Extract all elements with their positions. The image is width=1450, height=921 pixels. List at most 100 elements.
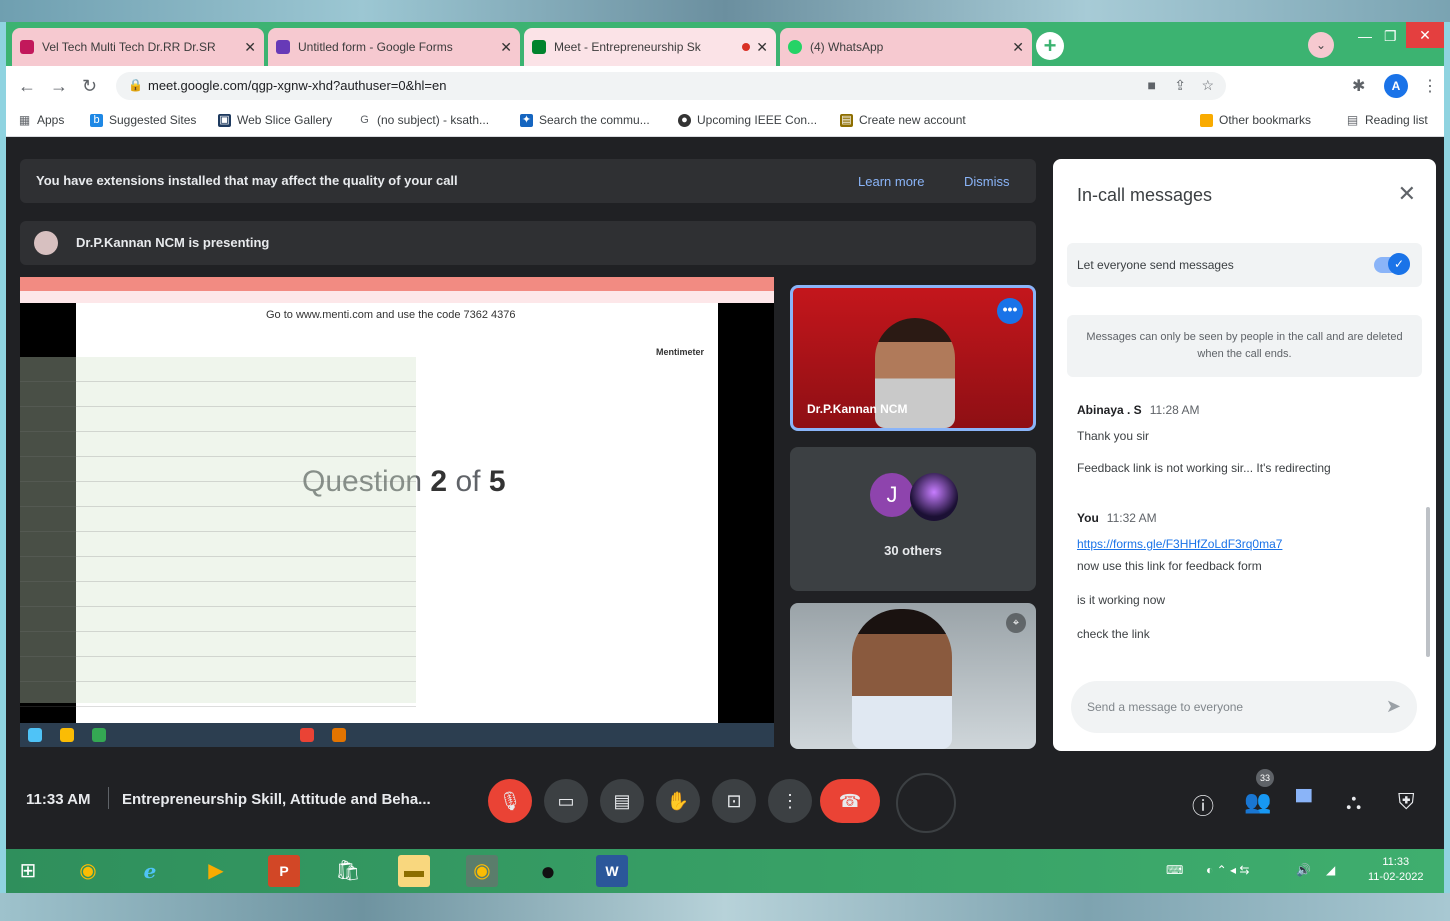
meeting-details-icon[interactable]: ⓘ [1192,789,1214,821]
activities-icon[interactable]: ⛬ [1346,789,1361,815]
people-icon[interactable]: 👥 [1244,789,1271,815]
tab-search-icon[interactable]: ⌄ [1308,32,1334,58]
send-messages-setting: Let everyone send messages ✓ [1067,243,1422,287]
bookmark-no-subject[interactable]: G (no subject) - ksath... [358,113,489,127]
share-icon[interactable]: ⇪ [1174,77,1186,94]
tab-whatsapp[interactable]: (4) WhatsApp ✕ [780,28,1032,66]
end-call-button[interactable]: ☎ [820,779,880,823]
bookmark-star-icon[interactable]: ☆ [1201,77,1214,94]
chat-input-placeholder: Send a message to everyone [1087,700,1244,714]
keyboard-icon[interactable]: ⌨ [1166,863,1183,877]
send-icon[interactable]: ➤ [1386,696,1401,717]
chat-message-group: You 11:32 AM https://forms.gle/F3HHfZoLdF… [1077,511,1282,641]
camera-in-use-icon[interactable]: ■ [1148,77,1156,93]
message-text: Thank you sir [1077,429,1150,443]
chat-panel: In-call messages ✕ Let everyone send mes… [1053,159,1436,751]
presenter-video-tile[interactable]: Dr.P.Kannan NCM ••• [790,285,1036,431]
reload-icon[interactable]: ↻ [82,76,97,97]
photo-frame-top [0,0,1450,22]
maximize-icon[interactable]: ❐ [1384,28,1397,45]
self-video [852,609,952,749]
file-explorer-icon[interactable]: ▬ [398,855,430,887]
extensions-icon[interactable]: ✱ [1352,76,1365,96]
clock-time: 11:33 [1382,856,1410,868]
chat-info-note: Messages can only be seen by people in t… [1067,315,1422,377]
close-icon[interactable]: ✕ [1398,181,1416,207]
more-options-icon[interactable]: ••• [997,298,1023,324]
chat-icon[interactable]: ▀ [1296,789,1312,815]
omnibox[interactable]: 🔒 meet.google.com/qgp-xgnw-xhd?authuser=… [116,72,1226,100]
message-text: is it working now [1077,593,1166,607]
close-window-icon[interactable]: ✕ [1406,22,1444,48]
close-tab-icon[interactable]: ✕ [756,39,768,56]
clock-date: 11-02-2022 [1368,871,1424,883]
toggle-check-icon[interactable]: ✓ [1388,253,1410,275]
community-icon: ✦ [520,113,533,127]
bookmark-apps[interactable]: ▦ Apps [18,112,65,127]
message-text: now use this link for feedback form [1077,559,1262,573]
chrome-taskbar-icon[interactable]: ◉ [72,855,104,887]
chrome-active-icon[interactable]: ◉ [466,855,498,887]
other-bookmarks[interactable]: Other bookmarks [1200,113,1311,127]
self-video-tile[interactable]: ⌖ [790,603,1036,749]
back-icon[interactable]: ← [18,76,36,97]
close-tab-icon[interactable]: ✕ [244,39,256,56]
message-sender: Abinaya . S [1077,403,1142,417]
host-controls-icon[interactable]: ⛨ [1398,789,1415,815]
dismiss-button[interactable]: Dismiss [964,174,1010,189]
word-icon[interactable]: W [596,855,628,887]
learn-more-link[interactable]: Learn more [858,174,924,189]
apps-grid-icon: ▦ [18,112,31,127]
internet-explorer-icon[interactable]: e [134,855,166,887]
chat-input[interactable]: Send a message to everyone ➤ [1071,681,1417,733]
tab-veltech[interactable]: Vel Tech Multi Tech Dr.RR Dr.SR ✕ [12,28,264,66]
close-tab-icon[interactable]: ✕ [500,39,512,56]
chat-scrollbar[interactable] [1426,507,1430,657]
url-text[interactable]: meet.google.com/qgp-xgnw-xhd?authuser=0&… [148,78,446,93]
pin-icon[interactable]: ⌖ [1006,613,1026,633]
store-icon[interactable]: 🛍 [332,855,364,887]
shared-taskbar [20,723,774,747]
captions-button[interactable]: ▤ [600,779,644,823]
tab-meet[interactable]: Meet - Entrepreneurship Sk ✕ [524,28,776,66]
menu-kebab-icon[interactable]: ⋮ [1422,76,1438,96]
bookmark-label: (no subject) - ksath... [377,113,490,127]
message-sender: You [1077,511,1099,525]
screen: Vel Tech Multi Tech Dr.RR Dr.SR ✕ Untitl… [6,22,1444,893]
system-clock[interactable]: 11:33 11-02-2022 [1368,855,1423,885]
tray-icons[interactable]: ◐ ⌃ ◂ ⇆ [1206,863,1249,877]
raise-hand-button[interactable]: ✋ [656,779,700,823]
profile-avatar[interactable]: A [1384,74,1408,98]
close-tab-icon[interactable]: ✕ [1012,39,1024,56]
bookmark-search-community[interactable]: ✦ Search the commu... [520,113,650,127]
network-icon[interactable]: ◢ [1326,863,1335,877]
record-icon[interactable]: ● [532,855,564,887]
present-button[interactable]: ⊡ [712,779,756,823]
volume-icon[interactable]: 🔊 [1296,863,1311,877]
meet-stage: You have extensions installed that may a… [6,137,1444,849]
tab-google-forms[interactable]: Untitled form - Google Forms ✕ [268,28,520,66]
powerpoint-icon[interactable]: P [268,855,300,887]
bookmark-suggested-sites[interactable]: b Suggested Sites [90,113,196,127]
feedback-form-link[interactable]: https://forms.gle/F3HHfZoLdF3rq0ma7 [1077,537,1282,551]
app-icon [92,728,106,742]
new-tab-button[interactable]: + [1036,32,1064,60]
minimize-icon[interactable]: — [1358,28,1372,44]
reading-list[interactable]: ▤ Reading list [1346,113,1428,127]
media-player-icon[interactable]: ▶ [200,855,232,887]
overlay-ghost-window [20,357,416,707]
camera-button[interactable]: ▭ [544,779,588,823]
mic-off-button[interactable]: 🎙 [488,779,532,823]
veltech-favicon-icon [20,40,34,54]
google-meet-favicon-icon [532,40,546,54]
others-tile[interactable]: J 30 others [790,447,1036,591]
forward-icon[interactable]: → [50,76,68,97]
app-icon [332,728,346,742]
bookmark-web-slice[interactable]: ▣ Web Slice Gallery [218,113,332,127]
ie-icon: b [90,113,103,127]
start-icon[interactable]: ⊞ [12,855,44,887]
bookmark-create-account[interactable]: ▤ Create new account [840,113,966,127]
google-forms-favicon-icon [276,40,290,54]
more-options-button[interactable]: ⋮ [768,779,812,823]
bookmark-ieee[interactable]: ● Upcoming IEEE Con... [678,113,817,127]
